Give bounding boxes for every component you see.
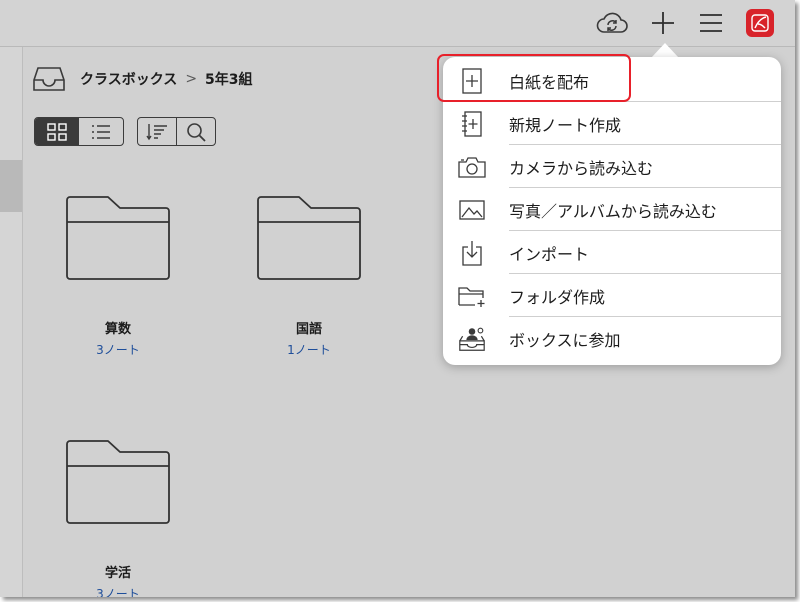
notebook-plus-icon [462,110,482,137]
menu-item-create-folder[interactable]: フォルダ作成 [443,274,781,317]
folder-icon [66,440,170,524]
inbox-tray-icon [33,67,65,91]
add-menu-popover: 白紙を配布 新規ノート作成 カメラから読み込む 写真／アルバムから読み込む イン… [443,57,781,365]
menu-item-label: カメラから読み込む [509,158,654,178]
breadcrumb-root[interactable]: クラスボックス [80,69,177,89]
sort-icon [146,123,167,140]
app-window: クラスボックス > 5年3組 算数 3ノート 国語 1ノート 学活 3ノート 白… [0,0,795,597]
camera-icon [458,156,486,178]
folder-item[interactable]: 学活 3ノート [53,436,183,597]
menu-item-join-box[interactable]: ボックスに参加 [443,317,781,360]
folder-icon [66,196,170,280]
view-mode-toggle [34,117,124,146]
photo-icon [459,199,485,220]
folder-note-count: 3ノート [96,343,140,357]
folder-icon [257,196,361,280]
breadcrumb-separator: > [185,71,198,87]
side-panel-edge [0,47,23,597]
menu-item-label: ボックスに参加 [509,330,621,350]
menu-item-label: フォルダ作成 [509,287,606,307]
sort-search-tools [137,117,216,146]
folder-note-count: 3ノート [96,587,140,597]
join-box-icon [459,327,485,351]
app-logo-button[interactable] [746,9,774,37]
sort-button[interactable] [138,118,176,145]
cloud-sync-button[interactable] [595,8,629,38]
list-view-icon [92,124,110,139]
side-panel-handle[interactable] [0,160,22,212]
folder-name: 国語 [295,322,322,337]
search-button[interactable] [176,118,215,145]
menu-item-import[interactable]: インポート [443,231,781,274]
add-button[interactable] [646,8,680,38]
grid-view-button[interactable] [35,118,79,145]
grid-view-icon [47,122,67,141]
top-navigation-bar [0,0,795,47]
menu-item-photo[interactable]: 写真／アルバムから読み込む [443,188,781,231]
menu-item-label: 新規ノート作成 [509,115,622,135]
popover-arrow [651,43,679,58]
menu-item-label: インポート [509,244,590,264]
breadcrumb: クラスボックス > 5年3組 [32,62,253,96]
list-view-button[interactable] [79,118,123,145]
cloud-sync-icon [596,12,628,33]
search-icon [187,122,206,142]
folder-item[interactable]: 算数 3ノート [53,192,183,358]
highlight-box [437,54,631,102]
folder-item[interactable]: 国語 1ノート [244,192,374,358]
plus-icon [652,12,674,34]
folder-name: 学活 [104,566,131,581]
folder-plus-icon [458,286,485,307]
menu-item-new-note[interactable]: 新規ノート作成 [443,102,781,145]
breadcrumb-current: 5年3組 [205,72,253,88]
menu-item-label: 写真／アルバムから読み込む [509,201,717,221]
import-icon [462,240,482,266]
hamburger-menu-icon [700,14,722,32]
folder-name: 算数 [104,322,131,337]
menu-item-camera[interactable]: カメラから読み込む [443,145,781,188]
menu-button[interactable] [694,8,728,38]
folder-note-count: 1ノート [287,343,331,357]
app-logo-icon [751,14,769,32]
